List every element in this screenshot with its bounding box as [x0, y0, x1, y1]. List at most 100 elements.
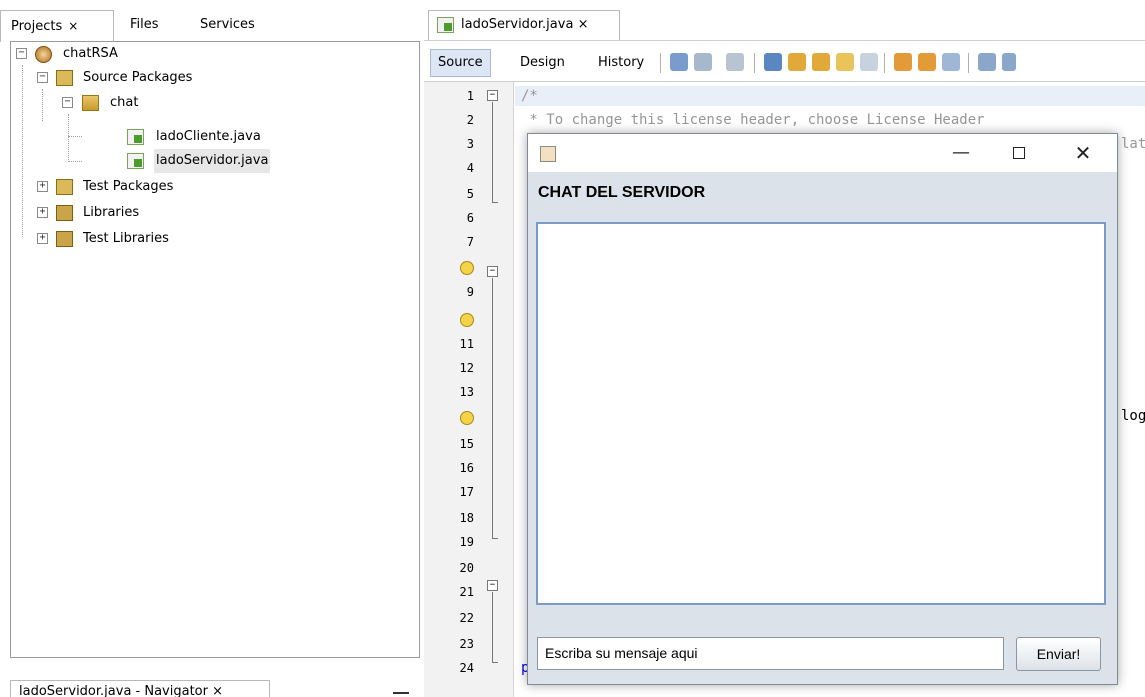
chat-messages-area[interactable] [536, 222, 1106, 605]
line-number: 18 [459, 511, 474, 525]
test-folder-icon [56, 179, 73, 195]
fold-guide [492, 102, 493, 202]
current-line-highlight [515, 86, 1145, 106]
toggle-bookmark-icon[interactable] [942, 53, 960, 71]
java-file-icon [437, 17, 454, 33]
code-line-2: * To change this license header, choose … [521, 112, 985, 128]
tree-node-file-cliente[interactable]: ladoCliente.java [11, 125, 311, 149]
editor-toolbar: Source Design History [424, 40, 1145, 82]
tab-services[interactable]: Services [190, 10, 265, 42]
navigator-minimize-icon[interactable] [393, 692, 409, 694]
history-view-button[interactable]: History [590, 49, 652, 77]
lightbulb-hint-icon[interactable] [460, 313, 474, 327]
line-number: 19 [459, 535, 474, 549]
tab-projects[interactable]: Projects × [0, 10, 114, 42]
expand-icon[interactable]: + [37, 233, 48, 244]
tab-projects-close-icon[interactable]: × [68, 19, 78, 33]
tree-label-project: chatRSA [63, 46, 118, 61]
line-number: 9 [466, 285, 474, 299]
line-number: 12 [459, 361, 474, 375]
line-number: 23 [459, 637, 474, 651]
design-view-button[interactable]: Design [512, 49, 573, 77]
code-line-3-tail: lat [1121, 136, 1145, 152]
shift-left-icon[interactable] [978, 53, 996, 71]
back-icon[interactable] [694, 53, 712, 71]
find-previous-icon[interactable] [788, 53, 806, 71]
tree-label-source-packages: Source Packages [83, 70, 193, 85]
collapse-icon[interactable]: − [37, 72, 48, 83]
tab-navigator[interactable]: ladoServidor.java - Navigator × [10, 680, 270, 697]
line-number: 20 [459, 561, 474, 575]
fold-guide [492, 278, 493, 538]
tree-node-project[interactable]: − chatRSA [11, 42, 211, 66]
code-line-14-tail: log [1121, 408, 1145, 424]
project-tree: − chatRSA − Source Packages − chat ladoC… [10, 41, 420, 658]
tree-label-test-libraries: Test Libraries [83, 231, 169, 246]
line-number: 24 [459, 661, 474, 675]
source-folder-icon [56, 70, 73, 86]
tree-node-package-chat[interactable]: − chat [11, 91, 211, 115]
lightbulb-hint-icon[interactable] [460, 261, 474, 275]
editor-tab-close-icon[interactable]: × [578, 17, 589, 32]
projects-tab-strip: Projects × Files Services [0, 10, 421, 45]
fold-collapse-icon[interactable]: − [487, 90, 498, 101]
tab-files[interactable]: Files [120, 10, 169, 42]
expand-icon[interactable]: + [37, 181, 48, 192]
rectangular-selection-icon[interactable] [860, 53, 878, 71]
tree-node-test-packages[interactable]: + Test Packages [11, 175, 261, 199]
java-app-icon [540, 146, 556, 162]
fold-guide [492, 202, 498, 203]
source-view-button[interactable]: Source [430, 49, 491, 77]
toolbar-separator [754, 53, 755, 73]
fold-collapse-icon[interactable]: − [487, 580, 498, 591]
code-line-1: /* [521, 88, 538, 104]
line-number: 11 [459, 337, 474, 351]
java-file-icon [127, 129, 144, 145]
collapse-icon[interactable]: − [62, 97, 73, 108]
tree-node-libraries[interactable]: + Libraries [11, 201, 261, 225]
chat-server-window: — ✕ CHAT DEL SERVIDOR Escriba su mensaje… [527, 133, 1118, 685]
window-titlebar[interactable]: — ✕ [528, 134, 1117, 172]
send-button[interactable]: Enviar! [1016, 637, 1101, 671]
shift-right-icon[interactable] [1002, 53, 1016, 71]
tree-node-file-servidor[interactable]: ladoServidor.java [11, 149, 311, 173]
toggle-highlight-icon[interactable] [836, 53, 854, 71]
library-icon [56, 231, 73, 247]
expand-icon[interactable]: + [37, 207, 48, 218]
fold-guide [492, 538, 498, 539]
previous-bookmark-icon[interactable] [894, 53, 912, 71]
fold-collapse-icon[interactable]: − [487, 266, 498, 277]
coffee-cup-project-icon [35, 46, 52, 63]
line-number: 4 [466, 161, 474, 175]
line-number: 5 [466, 187, 474, 201]
tree-node-source-packages[interactable]: − Source Packages [11, 66, 261, 90]
next-bookmark-icon[interactable] [918, 53, 936, 71]
maximize-button[interactable] [999, 140, 1039, 166]
tree-node-test-libraries[interactable]: + Test Libraries [11, 227, 261, 251]
fold-guide [492, 662, 498, 663]
forward-icon[interactable] [726, 53, 744, 71]
message-input[interactable]: Escriba su mensaje aqui [537, 637, 1004, 670]
line-number: 3 [466, 137, 474, 151]
chat-heading: CHAT DEL SERVIDOR [538, 184, 706, 201]
editor-tab-text: ladoServidor.java × [461, 11, 588, 39]
editor-tab-label: ladoServidor.java [461, 17, 574, 32]
tree-label-package: chat [110, 95, 139, 110]
minimize-button[interactable]: — [941, 140, 981, 166]
toolbar-separator [884, 53, 885, 73]
line-number: 16 [459, 461, 474, 475]
editor-tab-ladoservidor[interactable]: ladoServidor.java × [428, 10, 620, 40]
tree-label-file: ladoServidor.java [154, 149, 271, 173]
projects-panel: Projects × Files Services − chatRSA − Sou… [0, 0, 421, 697]
find-next-icon[interactable] [812, 53, 830, 71]
toolbar-separator [968, 53, 969, 73]
line-number-gutter: 1 2 3 4 5 6 7 9 11 12 13 15 16 17 18 19 … [424, 82, 514, 697]
find-icon[interactable] [764, 53, 782, 71]
tree-label-test-packages: Test Packages [83, 179, 174, 194]
close-button[interactable]: ✕ [1063, 140, 1103, 166]
collapse-icon[interactable]: − [16, 48, 27, 59]
java-file-icon [127, 153, 144, 169]
line-number: 21 [459, 585, 474, 599]
last-edit-icon[interactable] [670, 53, 688, 71]
lightbulb-hint-icon[interactable] [460, 411, 474, 425]
